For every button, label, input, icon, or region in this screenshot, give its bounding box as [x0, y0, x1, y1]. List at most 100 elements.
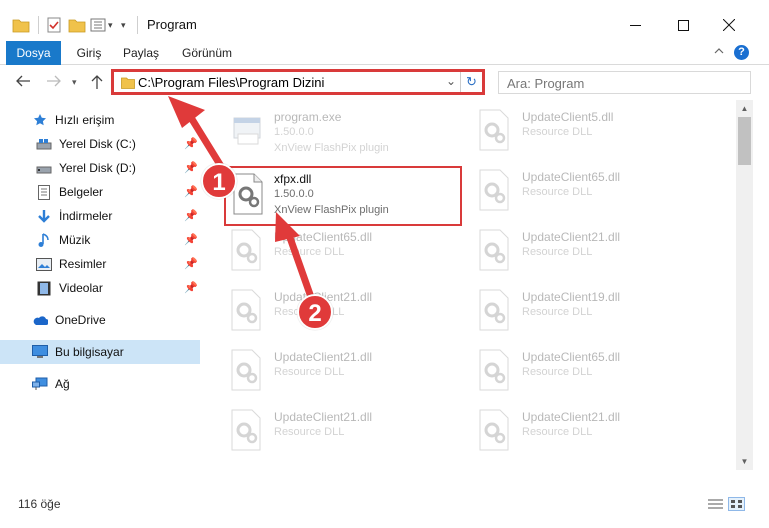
- dll-icon: [474, 168, 518, 216]
- file-tile-xfpx-dll[interactable]: xfpx.dll 1.50.0.0 XnView FlashPix plugin: [224, 166, 462, 226]
- pictures-icon: [36, 256, 52, 272]
- minimize-button[interactable]: [612, 9, 658, 41]
- file-name: UpdateClient65.dll: [274, 230, 373, 244]
- file-tile-dll[interactable]: UpdateClient21.dll Resource DLL: [474, 408, 710, 466]
- file-description: Resource DLL: [522, 246, 593, 258]
- dll-icon: [226, 408, 270, 456]
- window-title: Program: [147, 17, 197, 32]
- maximize-button[interactable]: [660, 9, 706, 41]
- chevron-down-icon[interactable]: ▾: [108, 14, 113, 36]
- dll-icon: [474, 288, 518, 336]
- file-tile-dll[interactable]: UpdateClient19.dll Resource DLL: [474, 288, 710, 346]
- file-tile-dll[interactable]: UpdateClient65.dll Resource DLL: [474, 168, 710, 226]
- pin-icon[interactable]: 📌: [184, 137, 198, 150]
- sidebar-item-documents[interactable]: Belgeler 📌: [0, 180, 200, 204]
- sidebar-item-label: Ağ: [55, 377, 70, 391]
- sidebar-item-network[interactable]: Ağ: [0, 372, 200, 396]
- pin-icon[interactable]: 📌: [184, 281, 198, 294]
- sidebar-item-label: Bu bilgisayar: [55, 345, 124, 359]
- sidebar-item-quick-access[interactable]: Hızlı erişim: [0, 108, 200, 132]
- scroll-down-icon[interactable]: ▼: [736, 453, 753, 470]
- dll-icon: [226, 228, 270, 276]
- scrollbar-thumb[interactable]: [738, 117, 751, 165]
- sidebar-item-label: Hızlı erişim: [55, 113, 115, 127]
- sidebar-item-local-disk-c[interactable]: Yerel Disk (C:) 📌: [0, 132, 200, 156]
- file-name: xfpx.dll: [274, 172, 312, 186]
- file-tile-dll[interactable]: UpdateClient5.dll Resource DLL: [474, 108, 710, 166]
- dll-icon: [226, 348, 270, 396]
- title-bar: ▾ ▾ Program: [0, 0, 769, 44]
- details-view-icon[interactable]: [707, 497, 724, 511]
- tab-home[interactable]: Giriş: [69, 41, 109, 65]
- tab-file[interactable]: Dosya: [6, 41, 61, 65]
- file-version: 1.50.0.0: [274, 126, 314, 138]
- file-name: UpdateClient65.dll: [522, 350, 621, 364]
- recent-locations-icon[interactable]: ▾: [72, 77, 77, 88]
- vertical-scrollbar[interactable]: ▲ ▼: [736, 100, 753, 470]
- help-icon[interactable]: ?: [734, 45, 749, 60]
- search-input[interactable]: Ara: Program: [498, 71, 751, 94]
- computer-icon: [32, 344, 48, 360]
- pin-icon[interactable]: 📌: [184, 161, 198, 174]
- back-button[interactable]: [15, 74, 31, 93]
- tab-share[interactable]: Paylaş: [116, 41, 166, 65]
- file-description: Resource DLL: [522, 426, 593, 438]
- folder-icon: [121, 76, 135, 92]
- refresh-icon[interactable]: ↻: [460, 72, 482, 92]
- close-button[interactable]: [706, 9, 752, 41]
- file-version: 1.50.0.0: [274, 188, 314, 200]
- sidebar-item-label: Yerel Disk (D:): [59, 161, 136, 175]
- address-bar[interactable]: C:\Program Files\Program Dizini ⌄ ↻: [111, 69, 485, 95]
- up-button[interactable]: [90, 74, 104, 95]
- pin-icon[interactable]: 📌: [184, 209, 198, 222]
- file-tile-dll[interactable]: UpdateClient21.dll Resource DLL: [226, 288, 462, 346]
- file-name: UpdateClient65.dll: [522, 170, 621, 184]
- sidebar-item-this-pc[interactable]: Bu bilgisayar: [0, 340, 200, 364]
- forward-button[interactable]: [46, 74, 62, 93]
- file-name: UpdateClient21.dll: [274, 410, 373, 424]
- drive-icon: [36, 136, 52, 152]
- file-description: Resource DLL: [522, 366, 593, 378]
- download-icon: [36, 208, 52, 224]
- file-tile-dll[interactable]: UpdateClient65.dll Resource DLL: [474, 348, 710, 406]
- pin-icon[interactable]: 📌: [184, 233, 198, 246]
- sidebar-item-label: Yerel Disk (C:): [59, 137, 136, 151]
- expand-ribbon-icon[interactable]: [713, 45, 725, 60]
- sidebar-item-downloads[interactable]: İndirmeler 📌: [0, 204, 200, 228]
- file-name: UpdateClient21.dll: [274, 350, 373, 364]
- folder-icon: [12, 14, 30, 36]
- pin-icon[interactable]: 📌: [184, 185, 198, 198]
- file-description: Resource DLL: [522, 126, 593, 138]
- file-tile-dll[interactable]: UpdateClient21.dll Resource DLL: [474, 228, 710, 286]
- sidebar-item-label: OneDrive: [55, 313, 106, 327]
- file-tile-dll[interactable]: UpdateClient65.dll Resource DLL: [226, 228, 462, 286]
- sidebar-item-videos[interactable]: Videolar 📌: [0, 276, 200, 300]
- new-folder-icon[interactable]: [68, 14, 86, 36]
- file-tile-program-exe[interactable]: program.exe 1.50.0.0 XnView FlashPix plu…: [226, 108, 462, 166]
- status-bar: 116 öğe: [0, 494, 769, 514]
- dll-icon: [474, 228, 518, 276]
- customize-toolbar-icon[interactable]: ▾: [121, 14, 126, 36]
- video-icon: [36, 280, 52, 296]
- view-options-icon[interactable]: [90, 14, 106, 36]
- file-tile-dll[interactable]: UpdateClient21.dll Resource DLL: [226, 348, 462, 406]
- scroll-up-icon[interactable]: ▲: [736, 100, 753, 117]
- tab-view[interactable]: Görünüm: [176, 41, 238, 65]
- sidebar-item-music[interactable]: Müzik 📌: [0, 228, 200, 252]
- dll-icon: [474, 348, 518, 396]
- file-description: Resource DLL: [522, 186, 593, 198]
- file-name: UpdateClient21.dll: [522, 410, 621, 424]
- file-tile-dll[interactable]: UpdateClient21.dll Resource DLL: [226, 408, 462, 466]
- chevron-down-icon[interactable]: ⌄: [446, 74, 456, 88]
- pin-icon[interactable]: 📌: [184, 257, 198, 270]
- properties-icon[interactable]: [46, 14, 62, 36]
- document-icon: [36, 184, 52, 200]
- music-icon: [36, 232, 52, 248]
- tiles-view-icon[interactable]: [728, 497, 745, 511]
- sidebar-item-pictures[interactable]: Resimler 📌: [0, 252, 200, 276]
- sidebar-item-onedrive[interactable]: OneDrive: [0, 308, 200, 332]
- sidebar-item-local-disk-d[interactable]: Yerel Disk (D:) 📌: [0, 156, 200, 180]
- navigation-pane: Hızlı erişim Yerel Disk (C:) 📌 Yerel Dis…: [0, 104, 204, 494]
- address-path[interactable]: C:\Program Files\Program Dizini: [138, 75, 324, 90]
- step-1-badge: 1: [201, 163, 237, 199]
